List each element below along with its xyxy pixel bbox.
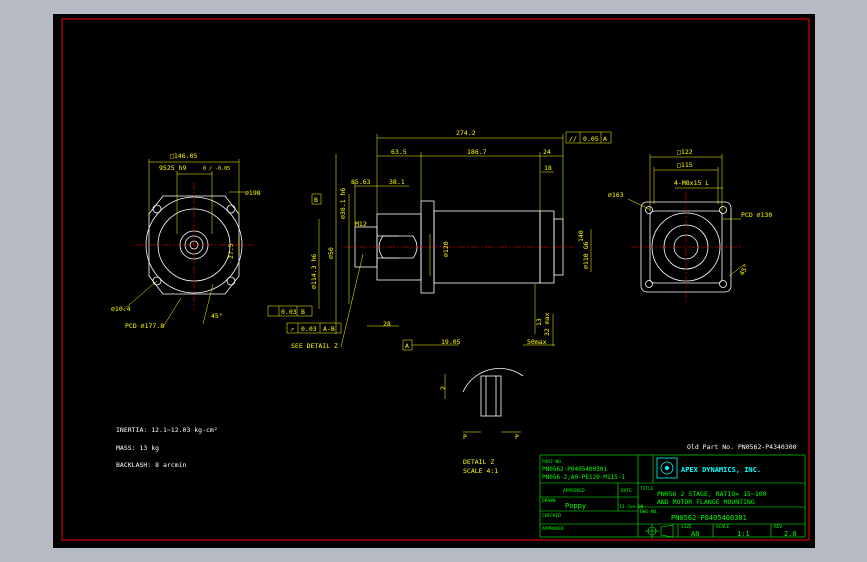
right-dim-sq122: □122 — [677, 148, 693, 156]
label-dwg-no: DWG NO. — [640, 509, 659, 515]
sheet-scale: 1:1 — [737, 530, 750, 538]
front-dim-1867: 186.7 — [467, 148, 487, 156]
front-dim-pilot-1143: ⌀114.3 h6 — [310, 254, 318, 289]
left-view-centerlines — [135, 182, 253, 310]
right-dim-pcd130: PCD ⌀130 — [741, 211, 772, 219]
left-view-dims — [122, 159, 245, 328]
company-name: APEX DYNAMICS, INC. — [681, 466, 761, 474]
right-dim-dia163: ⌀163 — [608, 191, 624, 199]
detail-dim-p1: P — [463, 433, 467, 441]
old-part-number: Old Part No. PN0562-P4340300 — [687, 443, 797, 451]
flatness-tolerance: 0.03 — [281, 308, 297, 316]
front-dim-381: 38.1 — [389, 178, 405, 186]
engineering-drawing: □146.05 9525 h9 0 / -0.05 ⌀198 27.5 ⌀10.… — [61, 18, 810, 541]
note-backlash: BACKLASH: 8 arcmin — [116, 461, 187, 469]
left-dim-dia198: ⌀198 — [245, 189, 261, 197]
runout-symbol: ↗ — [290, 325, 294, 333]
label-date: DATE — [621, 488, 632, 494]
datum-b: B — [314, 196, 318, 204]
left-dim-hole: ⌀10.4 — [111, 305, 131, 313]
label-approved: APPROVED — [542, 526, 564, 532]
title-line-1: PN056 2 STAGE, RATIO= 15~100 — [657, 490, 767, 498]
projection-symbol-icon — [645, 524, 674, 538]
front-dim-13: 13 — [535, 318, 543, 326]
detail-scale: SCALE 4:1 — [463, 467, 498, 475]
front-dim-m12: M12 — [355, 220, 367, 228]
runout-datum: A-B — [323, 325, 335, 333]
front-dim-18: 18 — [544, 164, 552, 172]
right-angle: 45° — [738, 263, 751, 277]
parallel-symbol: // — [569, 135, 577, 143]
flatness-datum: B — [301, 308, 305, 316]
note-inertia: INERTIA: 12.1~12.03 kg-cm² — [116, 426, 218, 434]
front-dim-motor-pilot: ⌀110 G6 — [582, 242, 590, 269]
detail-z — [462, 367, 524, 417]
front-dim-overall: 274.2 — [456, 129, 476, 137]
label-scale: SCALE — [716, 524, 730, 530]
front-dim-8563: 85.63 — [351, 178, 371, 186]
part-no-1: PN0562-P0405400301 — [542, 466, 607, 473]
front-dim-pilot-h6: ⌀38.1 h6 — [339, 188, 347, 219]
parallel-tolerance: 0.05 — [583, 135, 599, 143]
label-part-no: PART NO. — [542, 459, 564, 465]
dwg-no: PN0562-P0405400301 — [671, 514, 747, 522]
label-rev: REV — [774, 524, 782, 530]
label-title: TITLE — [640, 486, 654, 492]
front-dim-635: 63.5 — [391, 148, 407, 156]
right-dim-bolts: 4-M8x15 L — [674, 179, 709, 187]
parallel-datum: A — [603, 135, 607, 143]
datum-a: A — [405, 342, 409, 350]
front-dim-28: 28 — [383, 320, 391, 328]
runout-tolerance: 0.03 — [301, 325, 317, 333]
see-detail-z: SEE DETAIL Z — [291, 342, 338, 350]
front-dim-50max: 50max — [527, 338, 547, 346]
company-logo-icon — [656, 457, 678, 479]
left-dim-pilot-tol: 0 / -0.05 — [203, 166, 230, 172]
note-mass: MASS: 13 kg — [116, 444, 159, 452]
front-dim-32max: 32 max — [543, 312, 551, 336]
detail-title: DETAIL Z — [463, 458, 494, 466]
front-dim-shaft: ⌀50 — [327, 247, 335, 259]
right-view-dims — [627, 154, 746, 277]
drawn-name: Poppy — [565, 502, 586, 510]
revision: 2.0 — [784, 530, 797, 538]
sheet-size: A0 — [691, 530, 699, 538]
label-drawn: DRAWN — [542, 498, 556, 504]
detail-dim-2: 2 — [439, 386, 447, 390]
left-angle: 45° — [211, 312, 223, 320]
front-dim-140: 140 — [577, 230, 585, 242]
label-approved-by: APPROVED — [563, 488, 585, 494]
front-view-dims — [267, 131, 612, 351]
detail-dim-p2: P — [515, 433, 519, 441]
part-no-2: PN056-2,A0-PE120-M115-1 — [542, 474, 625, 481]
detail-z-dims — [444, 374, 521, 433]
left-dim-275: 27.5 — [227, 243, 235, 259]
cad-viewport[interactable]: □146.05 9525 h9 0 / -0.05 ⌀198 27.5 ⌀10.… — [53, 14, 815, 548]
right-dim-sq115: □115 — [677, 161, 693, 169]
front-dim-body: ⌀120 — [442, 241, 450, 257]
front-dim-1905: 19.05 — [441, 338, 461, 346]
label-checked: CHECKED — [542, 513, 561, 519]
front-dim-24: 24 — [543, 148, 551, 156]
left-dim-pcd: PCD ⌀177.8 — [125, 322, 164, 330]
left-dim-square: □146.05 — [170, 152, 197, 160]
title-line-2: AND MOTOR FLANGE MOUNTING — [657, 498, 755, 506]
left-dim-pilot: 9525 h9 — [159, 164, 186, 172]
